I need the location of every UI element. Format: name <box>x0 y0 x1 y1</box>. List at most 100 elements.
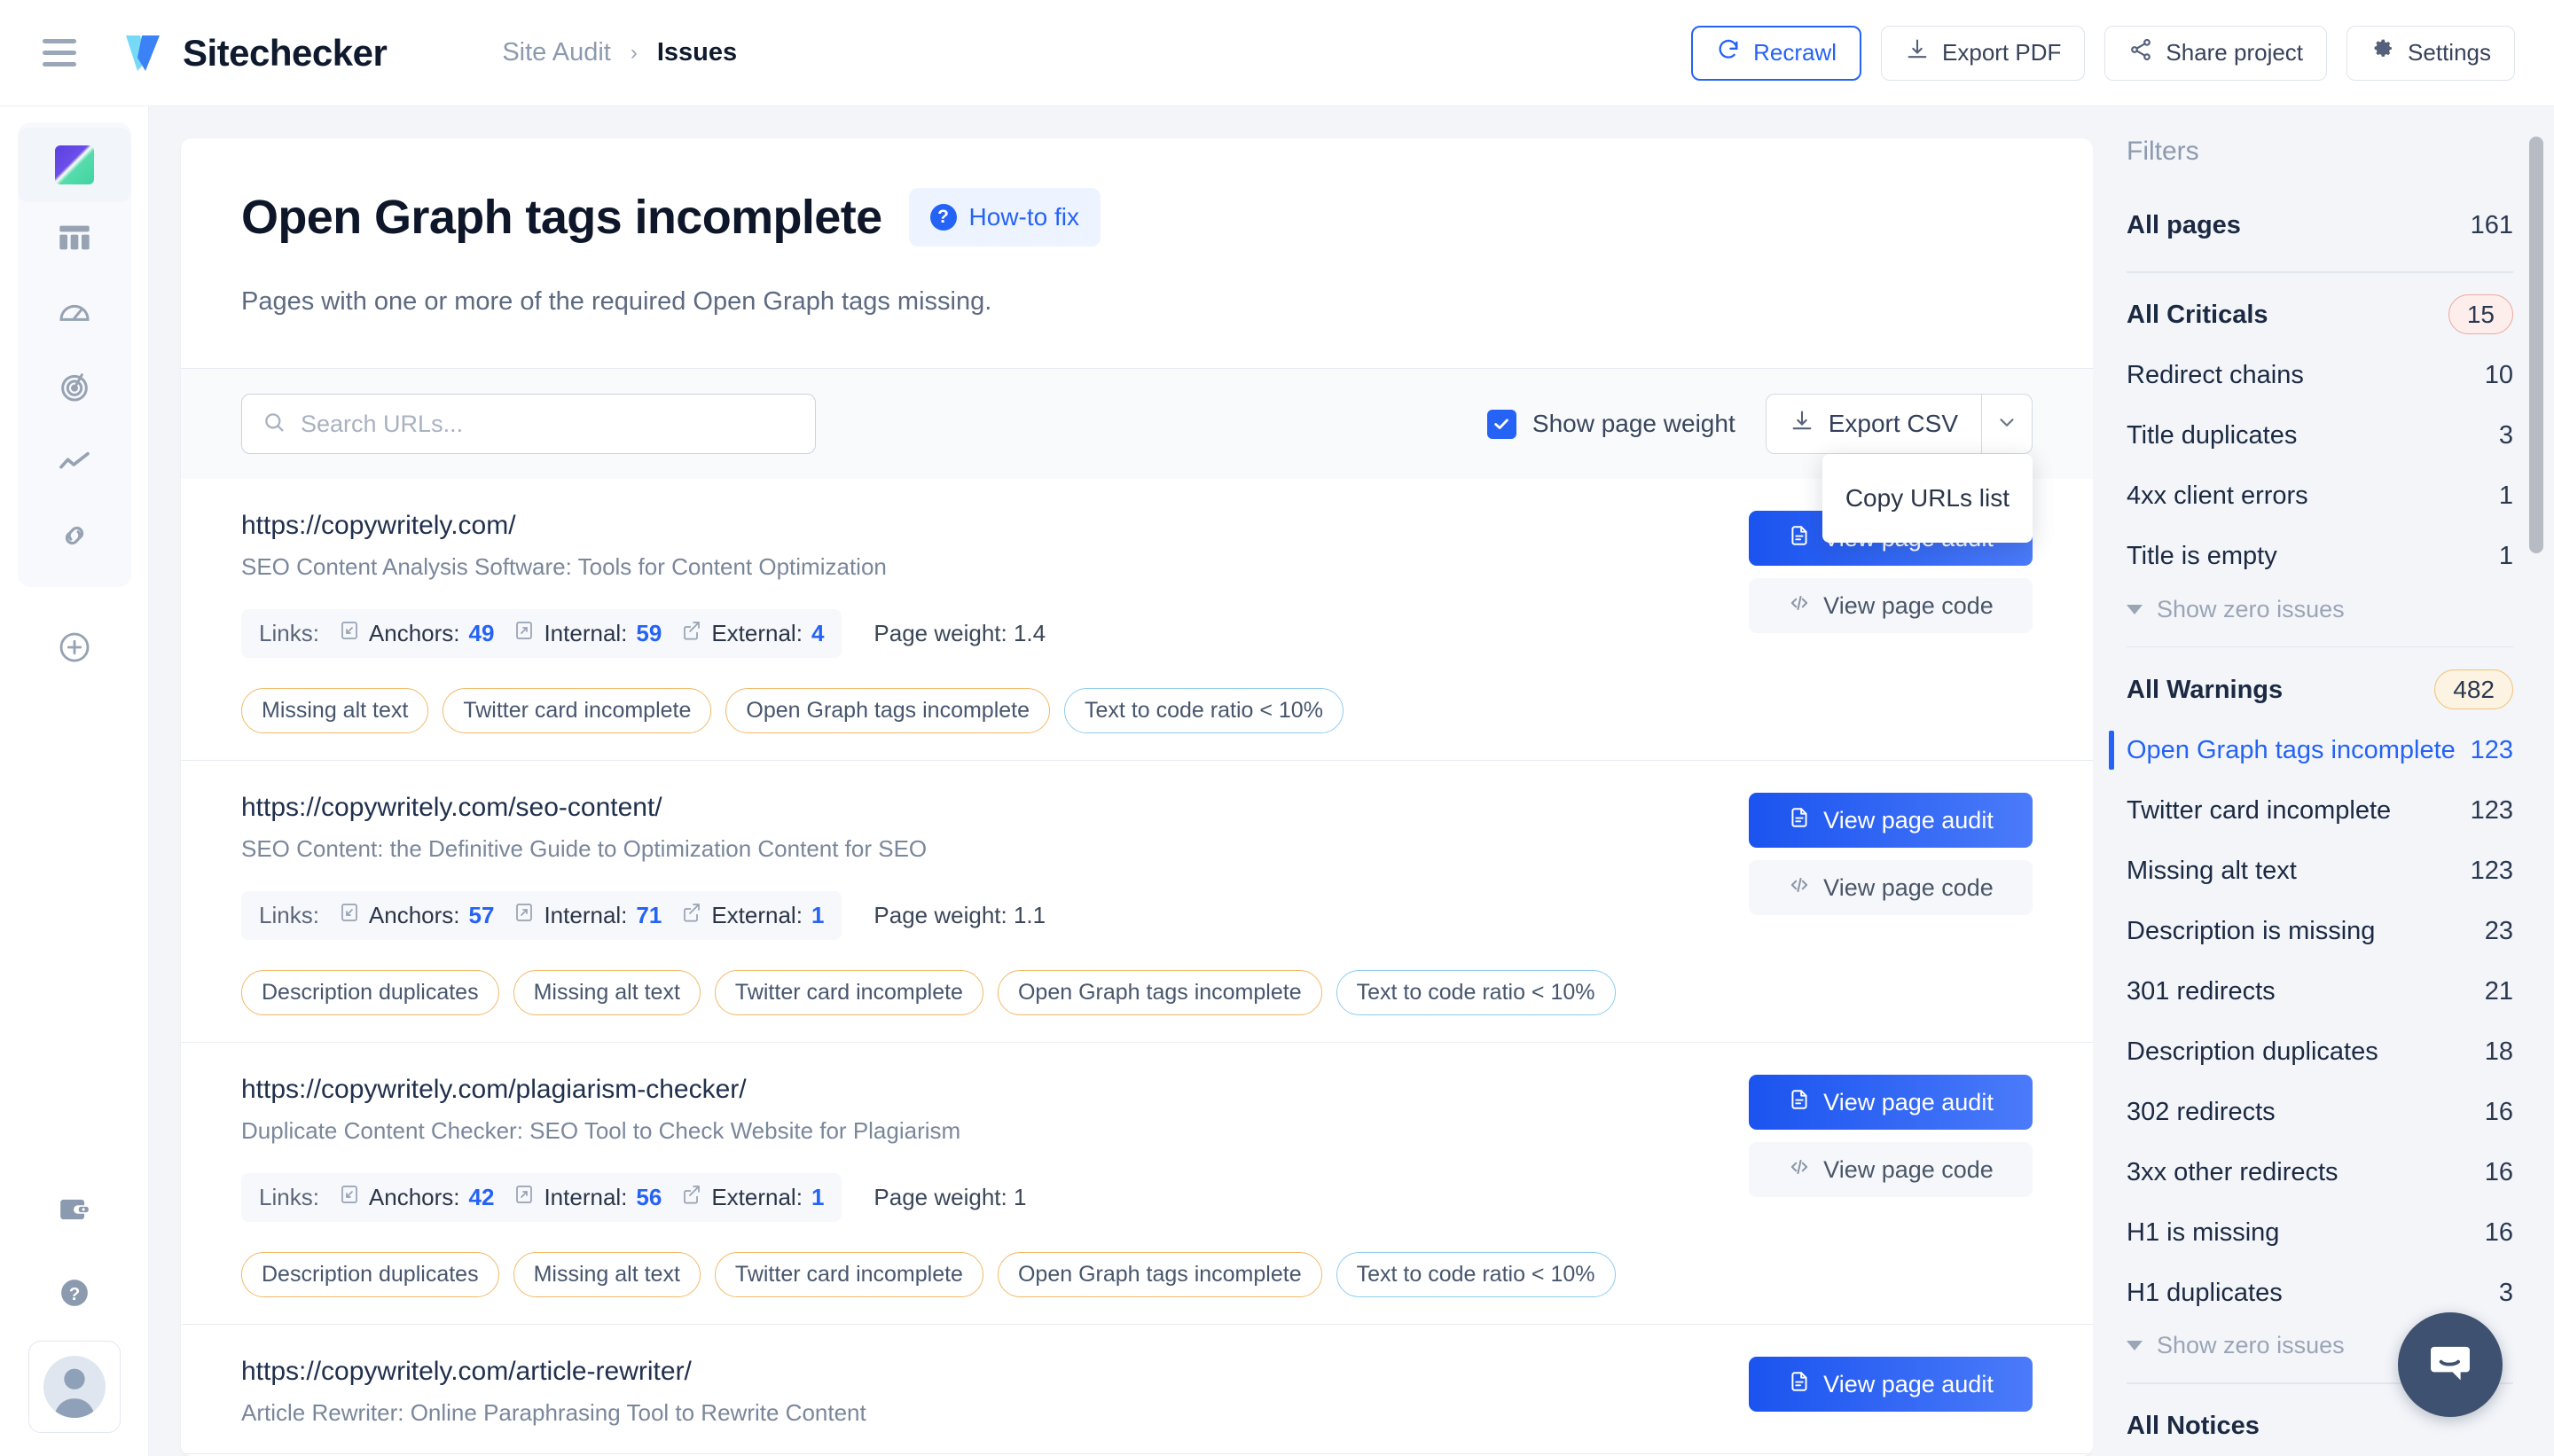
sidebar-item-project[interactable] <box>17 128 131 202</box>
filter-description-is-missing[interactable]: Description is missing 23 <box>2127 901 2513 961</box>
filter-h1-is-missing[interactable]: H1 is missing 16 <box>2127 1202 2513 1263</box>
sidebar-item-add-project[interactable] <box>18 612 131 686</box>
sidebar-item-site-audit[interactable] <box>18 202 131 277</box>
issue-tag[interactable]: Twitter card incomplete <box>714 970 983 1015</box>
filter-count: 123 <box>2470 735 2513 764</box>
filter-302-redirects[interactable]: 302 redirects 16 <box>2127 1082 2513 1142</box>
share-project-label: Share project <box>2166 39 2304 66</box>
breadcrumb-parent[interactable]: Site Audit <box>502 38 611 67</box>
filter-4xx-client-errors[interactable]: 4xx client errors 1 <box>2127 466 2513 527</box>
export-csv-dropdown-toggle[interactable] <box>1981 394 2033 454</box>
filter-redirect-chains[interactable]: Redirect chains 10 <box>2127 346 2513 406</box>
download-icon <box>1905 37 1930 68</box>
row-page-title: Article Rewriter: Online Paraphrasing To… <box>241 1399 866 1426</box>
row-main: https://copywritely.com/seo-content/ SEO… <box>241 793 1713 1015</box>
toolbar-right: Show page weight Export CSV Copy URLs li… <box>1486 394 2033 543</box>
sitechecker-logo-icon <box>122 33 165 74</box>
sidebar-item-backlinks[interactable] <box>18 500 131 575</box>
sidebar-item-analytics[interactable] <box>18 426 131 500</box>
links-metrics: Links: Anchors: 42 Internal: 56 External… <box>241 1173 842 1222</box>
filter-3xx-other-redirects[interactable]: 3xx other redirects 16 <box>2127 1142 2513 1202</box>
show-zero-issues-criticals[interactable]: Show zero issues <box>2127 587 2513 630</box>
links-label: Links: <box>259 1184 319 1210</box>
filter-count: 16 <box>2484 1097 2513 1126</box>
hamburger-menu-icon[interactable] <box>43 32 85 74</box>
view-page-audit-button[interactable]: View page audit <box>1749 793 2033 848</box>
export-csv-button[interactable]: Export CSV <box>1765 394 1981 454</box>
filter-all-warnings[interactable]: All Warnings 482 <box>2127 660 2513 720</box>
settings-button[interactable]: Settings <box>2346 25 2515 81</box>
filter-all-pages[interactable]: All pages 161 <box>2127 195 2513 255</box>
issue-tag[interactable]: Description duplicates <box>241 1252 499 1297</box>
issue-tag[interactable]: Twitter card incomplete <box>443 688 712 733</box>
export-csv-split-button: Export CSV Copy URLs list <box>1765 394 2033 543</box>
sidebar-item-page-speed[interactable] <box>18 277 131 351</box>
row-url[interactable]: https://copywritely.com/plagiarism-check… <box>241 1075 1713 1105</box>
table-row: https://copywritely.com/article-rewriter… <box>181 1325 2093 1454</box>
code-icon <box>1788 1155 1811 1185</box>
filter-label: Title is empty <box>2127 542 2277 570</box>
row-tags: Description duplicates Missing alt text … <box>241 1252 1713 1297</box>
row-url[interactable]: https://copywritely.com/article-rewriter… <box>241 1357 1713 1387</box>
export-pdf-button[interactable]: Export PDF <box>1881 25 2086 81</box>
issue-tag[interactable]: Open Graph tags incomplete <box>725 688 1051 733</box>
view-page-code-button[interactable]: View page code <box>1749 578 2033 633</box>
row-url[interactable]: https://copywritely.com/seo-content/ <box>241 793 1713 823</box>
gear-icon <box>2370 37 2395 68</box>
issue-tag[interactable]: Missing alt text <box>513 1252 701 1297</box>
brand[interactable]: Sitechecker <box>122 32 388 74</box>
links-metrics: Links: Anchors: 49 Internal: 59 External… <box>241 609 842 658</box>
filter-301-redirects[interactable]: 301 redirects 21 <box>2127 961 2513 1022</box>
avatar[interactable] <box>27 1341 121 1433</box>
row-main: https://copywritely.com/plagiarism-check… <box>241 1075 1713 1297</box>
issue-tag[interactable]: Missing alt text <box>513 970 701 1015</box>
recrawl-button[interactable]: Recrawl <box>1691 25 1862 81</box>
view-page-code-button[interactable]: View page code <box>1749 1142 2033 1197</box>
filter-label: All Criticals <box>2127 301 2268 329</box>
filters-scrollbar[interactable] <box>2529 137 2543 553</box>
view-page-audit-button[interactable]: View page audit <box>1749 1075 2033 1130</box>
issue-tag[interactable]: Text to code ratio < 10% <box>1064 688 1344 733</box>
show-page-weight-toggle[interactable]: Show page weight <box>1486 409 1735 439</box>
filter-twitter-card-incomplete[interactable]: Twitter card incomplete 123 <box>2127 780 2513 841</box>
row-url[interactable]: https://copywritely.com/ <box>241 511 1713 541</box>
filter-all-criticals[interactable]: All Criticals 15 <box>2127 286 2513 346</box>
anchor-link-icon <box>339 902 360 929</box>
issue-tag[interactable]: Twitter card incomplete <box>714 1252 983 1297</box>
search-icon <box>262 410 286 439</box>
external-metric: External: 1 <box>681 902 824 929</box>
copy-urls-list-item[interactable]: Copy URLs list <box>1822 474 2033 523</box>
search-input[interactable] <box>301 410 795 438</box>
main-content: Open Graph tags incomplete ? How-to fix … <box>149 106 2093 1456</box>
filter-title-duplicates[interactable]: Title duplicates 3 <box>2127 406 2513 466</box>
checkbox-checked-icon[interactable] <box>1486 409 1516 439</box>
filter-description-duplicates[interactable]: Description duplicates 18 <box>2127 1022 2513 1082</box>
filter-count: 21 <box>2484 976 2513 1006</box>
view-page-audit-button[interactable]: View page audit <box>1749 1357 2033 1412</box>
top-bar: Sitechecker Site Audit › Issues Recrawl <box>0 0 2554 106</box>
search-box[interactable] <box>241 394 816 454</box>
view-page-code-button[interactable]: View page code <box>1749 860 2033 915</box>
issue-tag[interactable]: Missing alt text <box>241 688 429 733</box>
issue-tag[interactable]: Text to code ratio < 10% <box>1336 970 1616 1015</box>
filter-open-graph-tags-incomplete[interactable]: Open Graph tags incomplete 123 <box>2109 720 2513 780</box>
share-project-button[interactable]: Share project <box>2104 25 2328 81</box>
external-value: 1 <box>811 1184 825 1210</box>
show-zero-issues-label: Show zero issues <box>2157 595 2345 622</box>
filter-label: 301 redirects <box>2127 976 2276 1006</box>
filter-title-is-empty[interactable]: Title is empty 1 <box>2127 527 2513 587</box>
divider <box>2127 271 2513 273</box>
filter-missing-alt-text[interactable]: Missing alt text 123 <box>2127 841 2513 901</box>
issue-tag[interactable]: Text to code ratio < 10% <box>1336 1252 1616 1297</box>
issue-tag[interactable]: Open Graph tags incomplete <box>997 970 1322 1015</box>
row-main: https://copywritely.com/ SEO Content Ana… <box>241 511 1713 733</box>
show-zero-issues-label: Show zero issues <box>2157 1332 2345 1358</box>
sidebar-item-billing[interactable] <box>18 1174 131 1249</box>
sidebar-item-rank-tracker[interactable] <box>18 351 131 426</box>
how-to-fix-button[interactable]: ? How-to fix <box>908 188 1101 247</box>
sidebar-item-help[interactable]: ? <box>18 1257 131 1332</box>
issue-tag[interactable]: Description duplicates <box>241 970 499 1015</box>
internal-label: Internal: <box>544 620 628 646</box>
intercom-chat-button[interactable] <box>2398 1312 2503 1417</box>
issue-tag[interactable]: Open Graph tags incomplete <box>997 1252 1322 1297</box>
